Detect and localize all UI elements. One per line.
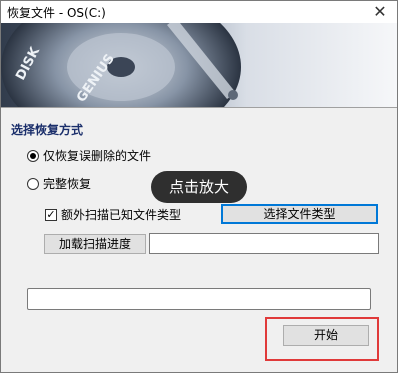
- status-field: [27, 288, 371, 310]
- click-to-zoom-tooltip: 点击放大: [151, 171, 247, 203]
- radio-button[interactable]: [27, 177, 39, 190]
- checkbox-extra-scan[interactable]: ✓ 额外扫描已知文件类型: [45, 206, 181, 223]
- close-icon[interactable]: ✕: [369, 1, 391, 23]
- hard-disk-illustration: DISK GENIUS: [1, 23, 241, 107]
- radio-recover-deleted[interactable]: 仅恢复误删除的文件: [27, 147, 151, 164]
- checkbox-label-extra-scan: 额外扫描已知文件类型: [61, 208, 182, 222]
- radio-full-recovery[interactable]: 完整恢复: [27, 175, 91, 192]
- recover-files-dialog: 恢复文件 - OS(C:) ✕ DISK GENIUS 选择恢复方式 仅恢复误删…: [0, 0, 398, 373]
- scan-progress-path-field[interactable]: [149, 233, 379, 254]
- select-file-types-button[interactable]: 选择文件类型: [221, 204, 378, 224]
- load-scan-progress-button[interactable]: 加载扫描进度: [44, 234, 146, 254]
- radio-label-full-recovery: 完整恢复: [43, 177, 92, 191]
- banner-divider: [1, 107, 397, 108]
- window-title: 恢复文件 - OS(C:): [7, 6, 106, 20]
- radio-button-selected[interactable]: [27, 149, 39, 162]
- section-title-recovery-mode: 选择恢复方式: [11, 123, 84, 137]
- title-bar: 恢复文件 - OS(C:) ✕: [1, 1, 397, 23]
- banner-image: DISK GENIUS: [1, 23, 397, 107]
- radio-label-recover-deleted: 仅恢复误删除的文件: [43, 149, 152, 163]
- start-button[interactable]: 开始: [283, 325, 369, 346]
- checkbox-checked-icon[interactable]: ✓: [45, 208, 57, 221]
